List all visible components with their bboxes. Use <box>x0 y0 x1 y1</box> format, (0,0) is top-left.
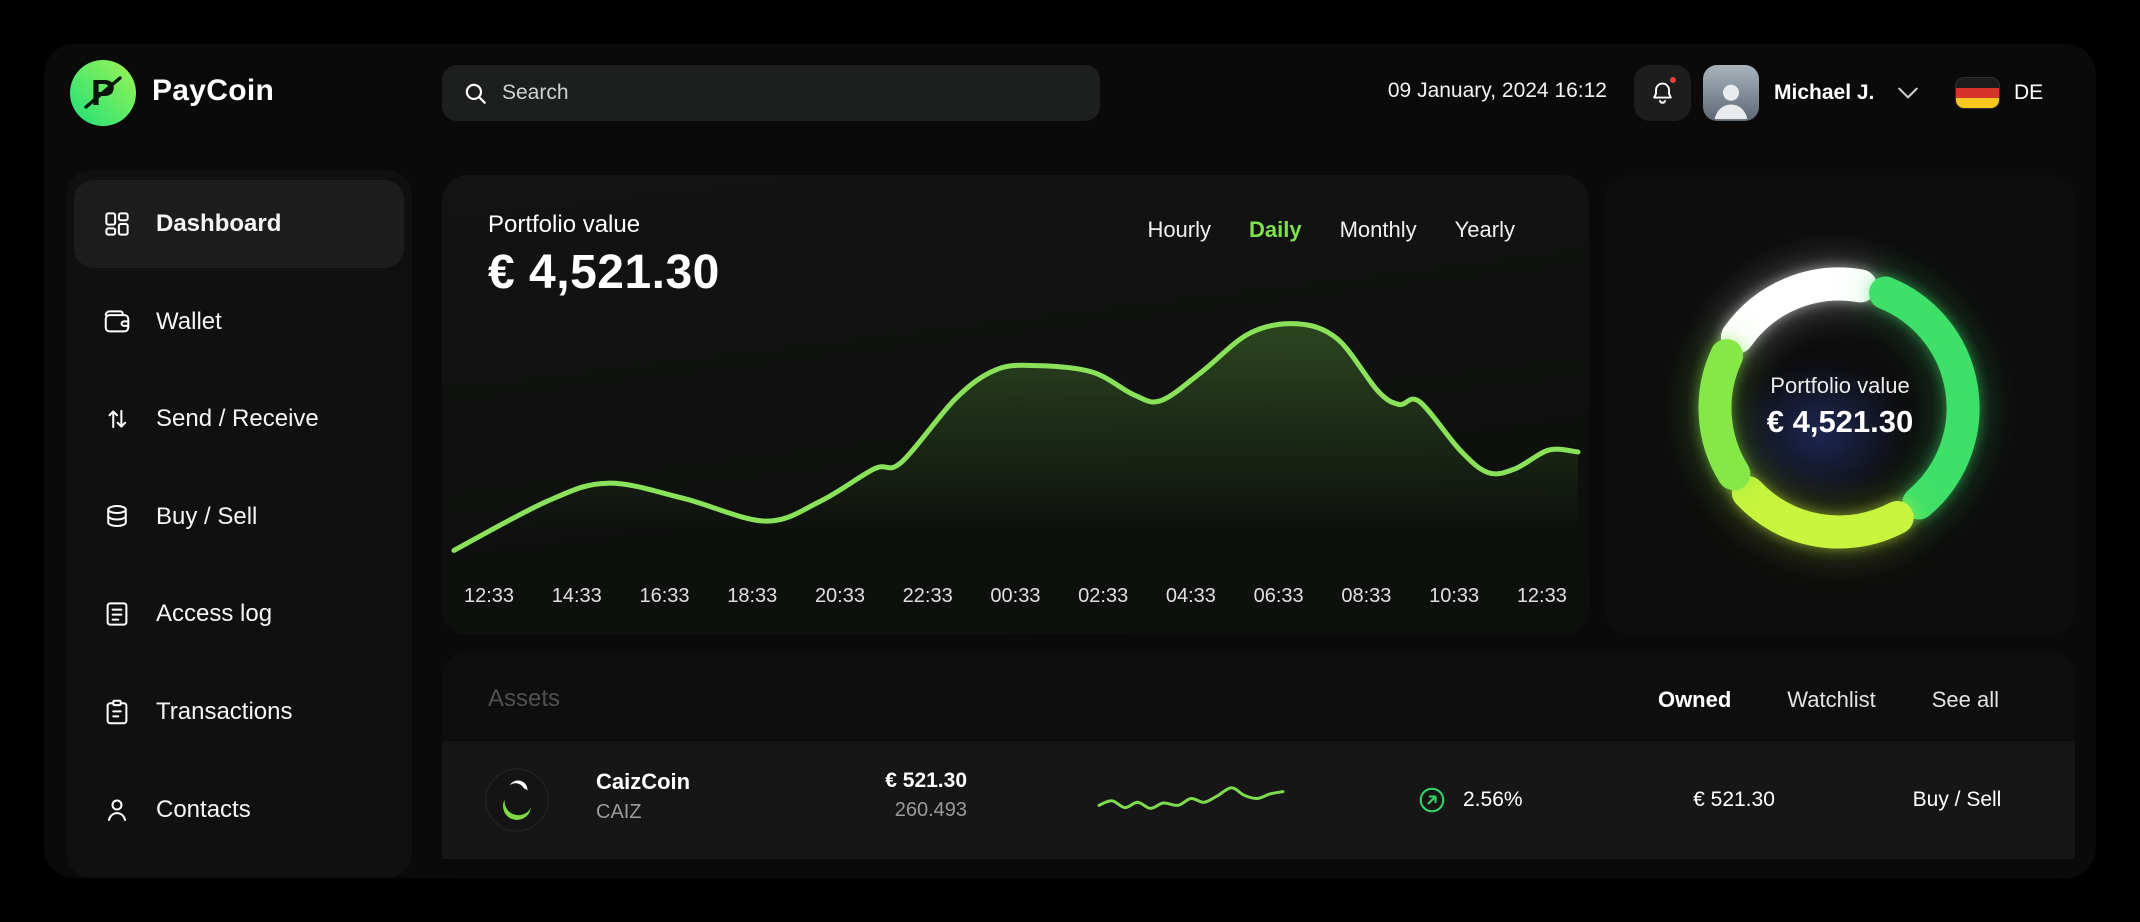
sidebar-item-label: Send / Receive <box>156 405 319 433</box>
language-code: DE <box>2014 81 2043 105</box>
x-axis-label: 02:33 <box>1078 585 1128 608</box>
search-icon <box>462 80 488 106</box>
contacts-icon <box>102 795 132 825</box>
send-receive-icon <box>102 404 132 434</box>
tab-see-all[interactable]: See all <box>1932 687 1999 713</box>
donut-title: Portfolio value <box>1605 373 2075 399</box>
buy-sell-icon <box>102 502 132 532</box>
donut-center: Portfolio value € 4,521.30 <box>1605 373 2075 440</box>
asset-symbol: CAIZ <box>596 801 690 824</box>
asset-change: 2.56% <box>1417 741 1523 859</box>
sidebar-item-label: Contacts <box>156 796 251 824</box>
tab-yearly[interactable]: Yearly <box>1455 217 1515 243</box>
page: P PayCoin 09 January, 2024 16:12 <box>0 0 2140 922</box>
sidebar-item-label: Access log <box>156 600 272 628</box>
x-axis-label: 12:33 <box>464 585 514 608</box>
tab-hourly[interactable]: Hourly <box>1147 217 1211 243</box>
line-chart-canvas <box>454 314 1578 566</box>
sidebar-item-label: Transactions <box>156 698 293 726</box>
asset-name: CaizCoin <box>596 769 690 795</box>
x-axis-label: 00:33 <box>990 585 1040 608</box>
assets-title: Assets <box>488 685 560 713</box>
germany-flag-icon <box>1955 77 2000 109</box>
x-axis-label: 18:33 <box>727 585 777 608</box>
caizcoin-logo-icon <box>485 768 549 832</box>
sidebar-item-label: Wallet <box>156 308 222 336</box>
asset-value: € 521.30 <box>792 769 967 793</box>
transactions-icon <box>102 697 132 727</box>
avatar <box>1703 65 1759 121</box>
x-axis-label: 22:33 <box>903 585 953 608</box>
sidebar-item-buy-sell[interactable]: Buy / Sell <box>74 473 404 561</box>
chevron-down-icon <box>1893 78 1923 108</box>
portfolio-donut-card: Portfolio value € 4,521.30 <box>1605 175 2075 635</box>
sidebar-item-dashboard[interactable]: Dashboard <box>74 180 404 268</box>
asset-name-group: CaizCoin CAIZ <box>596 769 690 824</box>
sidebar-item-access-log[interactable]: Access log <box>74 570 404 658</box>
trend-up-icon <box>1417 785 1447 815</box>
sidebar-item-transactions[interactable]: Transactions <box>74 668 404 756</box>
user-name: Michael J. <box>1774 81 1874 105</box>
x-axis-label: 06:33 <box>1254 585 1304 608</box>
x-axis-label: 16:33 <box>639 585 689 608</box>
search-input[interactable] <box>502 81 1080 105</box>
x-axis-label: 14:33 <box>552 585 602 608</box>
tab-monthly[interactable]: Monthly <box>1340 217 1417 243</box>
asset-amount: 260.493 <box>792 799 967 822</box>
sidebar-item-wallet[interactable]: Wallet <box>74 278 404 366</box>
asset-price: € 521.30 <box>1654 741 1814 859</box>
app-window: P PayCoin 09 January, 2024 16:12 <box>44 44 2096 878</box>
sidebar-item-label: Buy / Sell <box>156 503 257 531</box>
x-axis-label: 08:33 <box>1341 585 1391 608</box>
app-logo[interactable]: P <box>70 60 136 126</box>
x-axis-label: 10:33 <box>1429 585 1479 608</box>
assets-card: Assets Owned Watchlist See all <box>442 651 2075 878</box>
datetime: 09 January, 2024 16:12 <box>1388 79 1607 103</box>
x-axis-label: 20:33 <box>815 585 865 608</box>
user-photo-icon <box>1708 75 1754 121</box>
search-bar[interactable] <box>442 65 1100 121</box>
asset-holdings: € 521.30 260.493 <box>792 769 967 822</box>
notifications-button[interactable] <box>1634 65 1691 121</box>
sidebar-item-send-receive[interactable]: Send / Receive <box>74 375 404 463</box>
assets-tabs: Owned Watchlist See all <box>1658 687 1999 713</box>
language-selector[interactable]: DE <box>1955 65 2043 121</box>
app-name: PayCoin <box>152 74 274 108</box>
x-axis-label: 12:33 <box>1517 585 1567 608</box>
portfolio-title: Portfolio value <box>488 211 640 239</box>
portfolio-value: € 4,521.30 <box>488 245 720 300</box>
next-asset-row-partial <box>442 859 2075 878</box>
sidebar-item-label: Dashboard <box>156 210 281 238</box>
user-menu[interactable]: Michael J. <box>1703 65 1923 121</box>
paycoin-logo-icon: P <box>70 60 136 126</box>
access-log-icon <box>102 599 132 629</box>
asset-row-caizcoin[interactable]: CaizCoin CAIZ € 521.30 260.493 2.56% € 5… <box>442 741 2075 859</box>
portfolio-line-chart <box>454 314 1578 566</box>
tab-watchlist[interactable]: Watchlist <box>1787 687 1875 713</box>
dashboard-icon <box>102 209 132 239</box>
wallet-icon <box>102 307 132 337</box>
sidebar: Dashboard Wallet Send / Receive <box>66 170 412 878</box>
donut-value: € 4,521.30 <box>1605 404 2075 440</box>
asset-change-value: 2.56% <box>1463 788 1523 812</box>
range-tabs: Hourly Daily Monthly Yearly <box>1147 217 1515 243</box>
tab-owned[interactable]: Owned <box>1658 687 1731 713</box>
asset-sparkline <box>1099 775 1283 825</box>
tab-daily[interactable]: Daily <box>1249 217 1302 243</box>
sidebar-item-contacts[interactable]: Contacts <box>74 766 404 854</box>
portfolio-card: Portfolio value € 4,521.30 Hourly Daily … <box>442 175 1589 635</box>
x-axis-label: 04:33 <box>1166 585 1216 608</box>
notification-dot <box>1667 74 1679 86</box>
buy-sell-button[interactable]: Buy / Sell <box>1872 741 2042 859</box>
x-axis-labels: 12:33 14:33 16:33 18:33 20:33 22:33 00:3… <box>454 585 1577 608</box>
